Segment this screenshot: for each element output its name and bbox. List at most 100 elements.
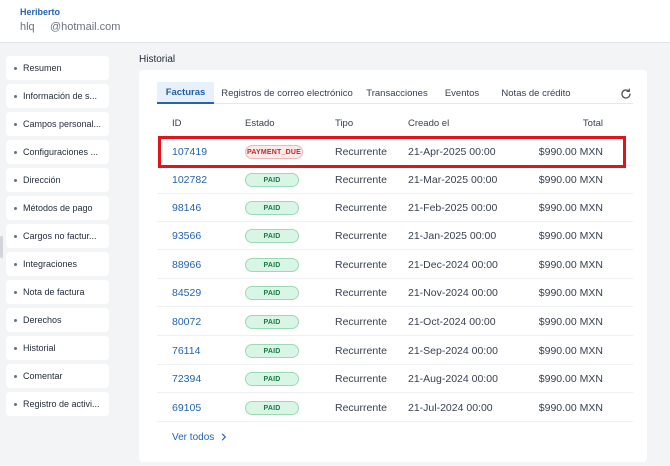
- column-header-estado[interactable]: Estado: [245, 118, 275, 129]
- invoice-type: Recurrente: [335, 146, 387, 158]
- view-all-link[interactable]: Ver todos: [172, 432, 228, 443]
- table-row[interactable]: 107419 PAYMENT_DUE Recurrente 21-Apr-202…: [157, 138, 633, 166]
- history-card: Facturas Registros de correo electrónico…: [139, 70, 647, 462]
- invoice-type: Recurrente: [335, 174, 387, 186]
- invoice-created: 21-Jul-2024 00:00: [408, 402, 493, 414]
- invoice-total: $990.00 MXN: [538, 287, 603, 299]
- table-row[interactable]: 93566 PAID Recurrente 21-Jan-2025 00:00 …: [157, 222, 633, 250]
- invoice-created: 21-Apr-2025 00:00: [408, 146, 496, 158]
- sidebar-item-historial[interactable]: Historial: [6, 336, 109, 360]
- sidebar-item-label: Integraciones: [23, 259, 78, 269]
- invoice-id-link[interactable]: 76114: [172, 345, 200, 357]
- status-badge: PAID: [245, 372, 299, 386]
- bullet-icon: [14, 150, 17, 154]
- sidebar-item-nota-de-factura[interactable]: Nota de factura: [6, 280, 109, 304]
- table-row[interactable]: 84529 PAID Recurrente 21-Nov-2024 00:00 …: [157, 279, 633, 307]
- sidebar-item-label: Registro de activi...: [23, 399, 100, 409]
- table-row[interactable]: 102782 PAID Recurrente 21-Mar-2025 00:00…: [157, 166, 633, 194]
- invoice-created: 21-Sep-2024 00:00: [408, 345, 498, 357]
- tab-facturas[interactable]: Facturas: [157, 82, 214, 104]
- sidebar-item-integraciones[interactable]: Integraciones: [6, 252, 109, 276]
- sidebar-item-label: Campos personal...: [23, 119, 102, 129]
- sidebar-item-label: Comentar: [23, 371, 63, 381]
- table-header: ID Estado Tipo Creado el Total: [157, 118, 633, 132]
- invoice-id-link[interactable]: 102782: [172, 174, 207, 186]
- sidebar-item-registro-de-actividad[interactable]: Registro de activi...: [6, 392, 109, 416]
- sidebar: Resumen Información de s... Campos perso…: [6, 56, 109, 420]
- bullet-icon: [14, 346, 17, 350]
- sidebar-item-configuraciones[interactable]: Configuraciones ...: [6, 140, 109, 164]
- column-header-creado[interactable]: Creado el: [408, 118, 449, 129]
- invoice-created: 21-Feb-2025 00:00: [408, 202, 498, 214]
- status-badge: PAID: [245, 201, 299, 215]
- invoice-id-link[interactable]: 80072: [172, 316, 201, 328]
- invoice-id-link[interactable]: 88966: [172, 259, 201, 271]
- table-row[interactable]: 69105 PAID Recurrente 21-Jul-2024 00:00 …: [157, 394, 633, 422]
- sidebar-item-metodos-de-pago[interactable]: Métodos de pago: [6, 196, 109, 220]
- invoice-total: $990.00 MXN: [538, 174, 603, 186]
- chevron-right-icon: [221, 433, 226, 441]
- sidebar-item-label: Nota de factura: [23, 287, 85, 297]
- sidebar-item-cargos-no-facturados[interactable]: Cargos no factur...: [6, 224, 109, 248]
- invoice-created: 21-Jan-2025 00:00: [408, 230, 497, 242]
- bullet-icon: [14, 374, 17, 378]
- invoice-id-link[interactable]: 69105: [172, 402, 201, 414]
- invoice-id-link[interactable]: 72394: [172, 373, 201, 385]
- sidebar-item-informacion[interactable]: Información de s...: [6, 84, 109, 108]
- table-row[interactable]: 88966 PAID Recurrente 21-Dec-2024 00:00 …: [157, 251, 633, 279]
- tab-notas-de-credito[interactable]: Notas de crédito: [495, 82, 577, 104]
- column-header-id[interactable]: ID: [172, 118, 182, 129]
- status-badge: PAID: [245, 286, 299, 300]
- sidebar-item-derechos[interactable]: Derechos: [6, 308, 109, 332]
- bullet-icon: [14, 122, 17, 126]
- column-header-total[interactable]: Total: [583, 118, 603, 129]
- sidebar-item-direccion[interactable]: Dirección: [6, 168, 109, 192]
- invoice-created: 21-Oct-2024 00:00: [408, 316, 496, 328]
- invoice-total: $990.00 MXN: [538, 373, 603, 385]
- status-badge: PAID: [245, 258, 299, 272]
- sidebar-item-campos-personalizados[interactable]: Campos personal...: [6, 112, 109, 136]
- sidebar-item-label: Cargos no factur...: [23, 231, 97, 241]
- sidebar-item-label: Métodos de pago: [23, 203, 93, 213]
- invoice-total: $990.00 MXN: [538, 202, 603, 214]
- invoice-type: Recurrente: [335, 402, 387, 414]
- table-row[interactable]: 98146 PAID Recurrente 21-Feb-2025 00:00 …: [157, 194, 633, 222]
- bullet-icon: [14, 290, 17, 294]
- view-all-label: Ver todos: [172, 432, 215, 443]
- invoice-total: $990.00 MXN: [538, 146, 603, 158]
- invoice-type: Recurrente: [335, 373, 387, 385]
- user-name[interactable]: Heriberto: [20, 7, 60, 17]
- sidebar-item-label: Información de s...: [23, 91, 98, 101]
- invoice-total: $990.00 MXN: [538, 316, 603, 328]
- invoice-created: 21-Aug-2024 00:00: [408, 373, 498, 385]
- user-email: hlq @hotmail.com: [20, 21, 121, 33]
- invoice-created: 21-Nov-2024 00:00: [408, 287, 498, 299]
- table-row[interactable]: 72394 PAID Recurrente 21-Aug-2024 00:00 …: [157, 365, 633, 393]
- bullet-icon: [14, 402, 17, 406]
- invoice-id-link[interactable]: 98146: [172, 202, 201, 214]
- sidebar-item-resumen[interactable]: Resumen: [6, 56, 109, 80]
- invoice-type: Recurrente: [335, 316, 387, 328]
- invoice-total: $990.00 MXN: [538, 259, 603, 271]
- invoice-total: $990.00 MXN: [538, 345, 603, 357]
- invoice-id-link[interactable]: 107419: [172, 146, 207, 158]
- sidebar-collapse-handle[interactable]: [0, 236, 3, 258]
- tab-transacciones[interactable]: Transacciones: [363, 82, 431, 104]
- bullet-icon: [14, 66, 17, 70]
- invoice-created: 21-Mar-2025 00:00: [408, 174, 498, 186]
- status-badge: PAID: [245, 315, 299, 329]
- table-row[interactable]: 76114 PAID Recurrente 21-Sep-2024 00:00 …: [157, 337, 633, 365]
- table-row[interactable]: 80072 PAID Recurrente 21-Oct-2024 00:00 …: [157, 308, 633, 336]
- column-header-tipo[interactable]: Tipo: [335, 118, 353, 129]
- invoice-type: Recurrente: [335, 230, 387, 242]
- refresh-icon[interactable]: [619, 87, 633, 101]
- sidebar-item-comentar[interactable]: Comentar: [6, 364, 109, 388]
- invoice-id-link[interactable]: 84529: [172, 287, 201, 299]
- sidebar-item-label: Historial: [23, 343, 56, 353]
- invoice-id-link[interactable]: 93566: [172, 230, 201, 242]
- tab-registros-de-correo[interactable]: Registros de correo electrónico: [218, 82, 356, 104]
- section-title: Historial: [139, 54, 176, 65]
- tab-eventos[interactable]: Eventos: [440, 82, 484, 104]
- bullet-icon: [14, 234, 17, 238]
- invoice-type: Recurrente: [335, 202, 387, 214]
